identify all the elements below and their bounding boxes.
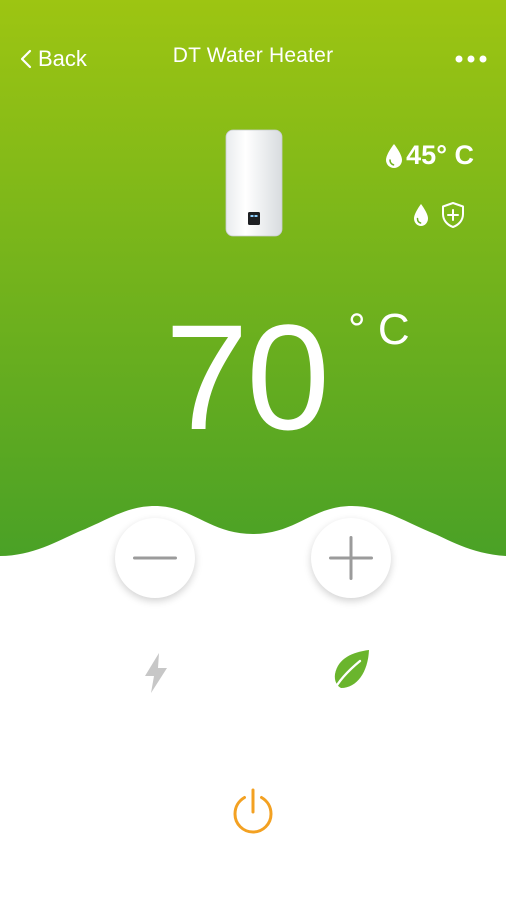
setpoint-unit: ° C	[348, 305, 410, 354]
decrease-temperature-button[interactable]	[115, 518, 195, 598]
setpoint-temperature: 70 ° C	[165, 293, 410, 461]
lightning-icon	[145, 653, 167, 693]
leaf-icon	[331, 650, 369, 694]
water-heater-image	[225, 129, 283, 237]
power-icon	[233, 788, 273, 834]
setpoint-value: 70	[165, 293, 330, 461]
power-button[interactable]	[228, 785, 278, 837]
navigation-bar: Back DT Water Heater	[0, 0, 506, 116]
water-drop-icon	[386, 143, 403, 168]
minus-icon	[133, 556, 177, 560]
more-options-button[interactable]	[454, 42, 488, 76]
shield-plus-icon	[442, 202, 464, 228]
water-temperature-readout: 45° C	[384, 142, 474, 169]
water-heater-screen: Back DT Water Heater 45° C 70 ° C	[0, 0, 506, 900]
page-title: DT Water Heater	[172, 44, 334, 67]
eco-mode-button[interactable]	[328, 648, 372, 694]
more-horizontal-icon	[455, 55, 487, 63]
water-drop-icon	[414, 204, 428, 226]
increase-temperature-button[interactable]	[311, 518, 391, 598]
water-temperature-value: 45° C	[406, 140, 474, 170]
boost-mode-button[interactable]	[134, 650, 178, 696]
plus-icon	[329, 536, 373, 580]
status-icons	[412, 201, 466, 229]
